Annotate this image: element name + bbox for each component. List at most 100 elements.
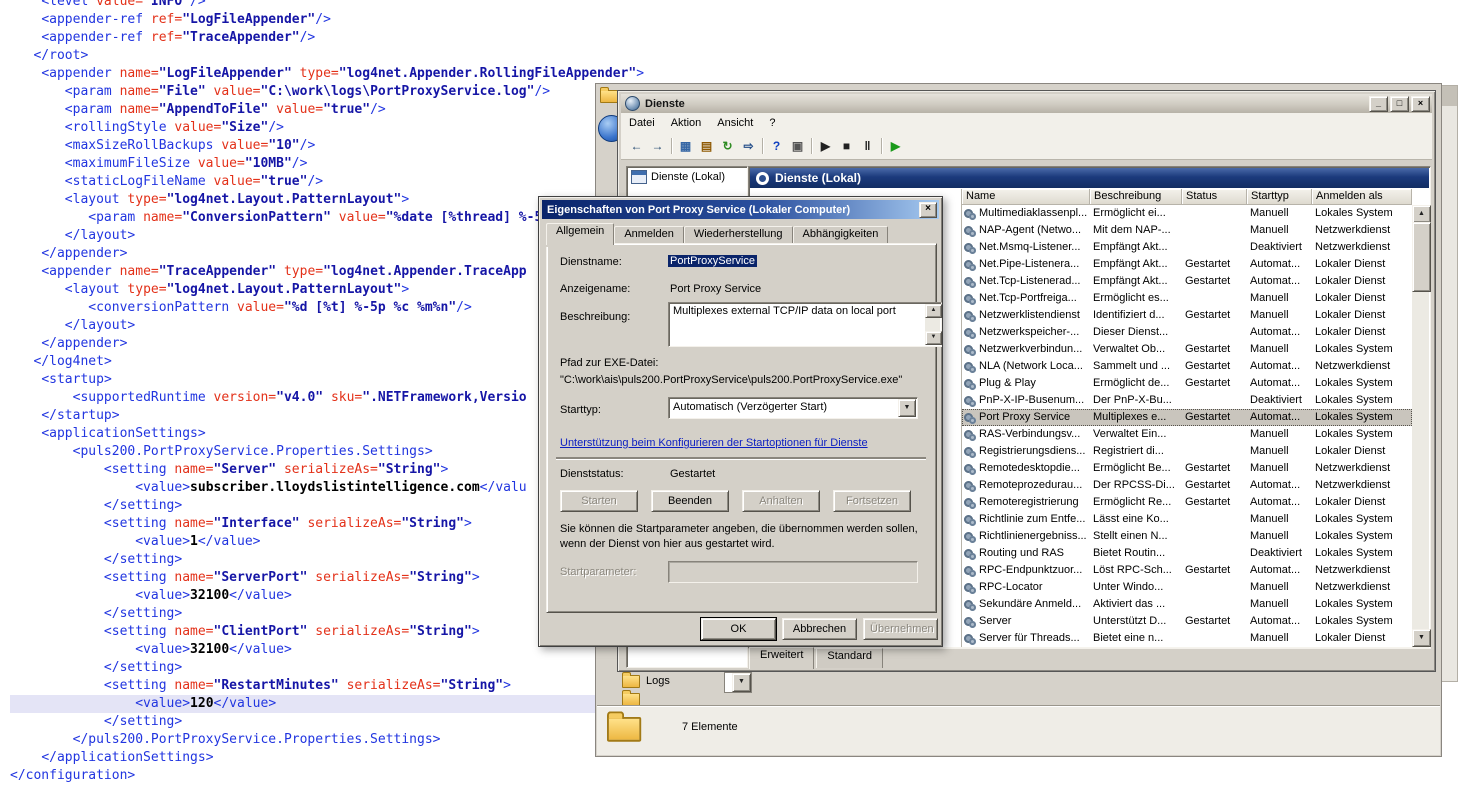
menu-aktion[interactable]: Aktion — [663, 115, 710, 131]
properties-icon[interactable]: ▣ — [787, 136, 808, 156]
service-row[interactable]: NLA (Network Loca...Sammelt und ...Gesta… — [962, 358, 1412, 375]
service-name-cell: NAP-Agent (Netwo... — [962, 222, 1090, 239]
service-description: Bietet eine n... — [1090, 630, 1182, 647]
column-header-status[interactable]: Status — [1182, 189, 1247, 205]
explorer-dropdown[interactable]: ▼ — [724, 672, 752, 693]
back-icon[interactable]: ← — [626, 136, 647, 156]
list-scrollbar[interactable]: ▲ ▼ — [1412, 205, 1429, 647]
anhalten-button[interactable]: Anhalten — [742, 490, 820, 512]
service-row[interactable]: Net.Tcp-Listenerad...Empfängt Akt...Gest… — [962, 273, 1412, 290]
minimize-icon[interactable]: _ — [1369, 96, 1388, 112]
scroll-down-icon[interactable]: ▼ — [1412, 629, 1431, 647]
service-row[interactable]: NetzwerklistendienstIdentifiziert d...Ge… — [962, 307, 1412, 324]
service-gear-icon — [964, 463, 976, 475]
service-row[interactable]: RemoteregistrierungErmöglicht Re...Gesta… — [962, 494, 1412, 511]
service-row[interactable]: Server für Threads...Bietet eine n...Man… — [962, 630, 1412, 647]
starttyp-combobox[interactable]: Automatisch (Verzögerter Start) ▼ — [668, 397, 918, 419]
restore-icon[interactable]: □ — [1390, 96, 1409, 112]
service-row[interactable]: Netzwerkspeicher-...Dieser Dienst...Auto… — [962, 324, 1412, 341]
start-service-icon[interactable]: ▶ — [815, 136, 836, 156]
value-dienstname[interactable]: PortProxyService — [668, 255, 757, 267]
column-header-name[interactable]: Name — [962, 189, 1090, 205]
scroll-down-icon[interactable]: ▼ — [925, 331, 942, 345]
abbrechen-button[interactable]: Abbrechen — [782, 618, 857, 640]
service-row[interactable]: Sekundäre Anmeld...Aktiviert das ...Manu… — [962, 596, 1412, 613]
beschreibung-textbox[interactable]: Multiplexes external TCP/IP data on loca… — [668, 302, 942, 347]
service-starttype: Automat... — [1247, 256, 1312, 273]
ok-button[interactable]: OK — [701, 618, 776, 640]
help-icon[interactable]: ? — [766, 136, 787, 156]
service-row[interactable]: Multimediaklassenpl...Ermöglicht ei...Ma… — [962, 205, 1412, 222]
service-row[interactable]: Net.Pipe-Listenera...Empfängt Akt...Gest… — [962, 256, 1412, 273]
service-description: Der PnP-X-Bu... — [1090, 392, 1182, 409]
export-list-icon[interactable]: ▤ — [696, 136, 717, 156]
service-row[interactable]: Remoteprozedurau...Der RPCSS-Di...Gestar… — [962, 477, 1412, 494]
menu-bar: DateiAktionAnsicht? — [621, 113, 1432, 134]
pause-service-icon[interactable]: ‖ — [857, 136, 878, 156]
menu-datei[interactable]: Datei — [621, 115, 663, 131]
close-icon[interactable]: × — [1411, 96, 1430, 112]
service-logonas: Lokales System — [1312, 426, 1412, 443]
service-row[interactable]: Net.Msmq-Listener...Empfängt Akt...Deakt… — [962, 239, 1412, 256]
startoptions-help-link[interactable]: Unterstützung beim Konfigurieren der Sta… — [560, 437, 868, 449]
service-row[interactable]: Net.Tcp-Portfreiga...Ermöglicht es...Man… — [962, 290, 1412, 307]
startparameter-input[interactable] — [668, 561, 918, 583]
service-logonas: Lokaler Dienst — [1312, 443, 1412, 460]
dialog-tab-allgemein[interactable]: Allgemein — [546, 223, 614, 245]
service-description: Registriert di... — [1090, 443, 1182, 460]
service-row[interactable]: Port Proxy ServiceMultiplexes e...Gestar… — [962, 409, 1412, 426]
uebernehmen-button[interactable]: Übernehmen — [863, 618, 938, 640]
service-row[interactable]: Richtlinienergebniss...Stellt einen N...… — [962, 528, 1412, 545]
service-row[interactable]: Remotedesktopdie...Ermöglicht Be...Gesta… — [962, 460, 1412, 477]
explorer-window-icon — [600, 90, 618, 103]
dialog-titlebar[interactable]: Eigenschaften von Port Proxy Service (Lo… — [542, 200, 939, 219]
beenden-button[interactable]: Beenden — [651, 490, 729, 512]
starten-button[interactable]: Starten — [560, 490, 638, 512]
services-titlebar[interactable]: Dienste _□× — [621, 94, 1432, 113]
view-tab-standard[interactable]: Standard — [816, 648, 883, 668]
chevron-down-icon[interactable]: ▼ — [898, 399, 916, 417]
service-row[interactable]: ServerUnterstützt D...GestartetAutomat..… — [962, 613, 1412, 630]
column-header-starttyp[interactable]: Starttyp — [1247, 189, 1312, 205]
menu-?[interactable]: ? — [761, 115, 783, 131]
service-gear-icon — [964, 293, 976, 305]
restart-service-icon[interactable]: ▶ — [885, 136, 906, 156]
service-row[interactable]: Registrierungsdiens...Registriert di...M… — [962, 443, 1412, 460]
service-logonas: Netzwerkdienst — [1312, 222, 1412, 239]
menu-ansicht[interactable]: Ansicht — [709, 115, 761, 131]
service-row[interactable]: PnP-X-IP-Busenum...Der PnP-X-Bu...Deakti… — [962, 392, 1412, 409]
service-starttype: Automat... — [1247, 358, 1312, 375]
service-status: Gestartet — [1182, 409, 1247, 426]
scroll-up-icon[interactable]: ▲ — [1412, 205, 1431, 223]
service-starttype: Automat... — [1247, 273, 1312, 290]
beschreibung-scrollbar[interactable]: ▲ ▼ — [925, 304, 940, 345]
service-row[interactable]: Routing und RASBietet Routin...Deaktivie… — [962, 545, 1412, 562]
gear-icon — [756, 172, 769, 185]
refresh-icon[interactable]: ↻ — [717, 136, 738, 156]
fortsetzen-button[interactable]: Fortsetzen — [833, 490, 911, 512]
column-header-beschreibung[interactable]: Beschreibung — [1090, 189, 1182, 205]
service-row[interactable]: Richtlinie zum Entfe...Lässt eine Ko...M… — [962, 511, 1412, 528]
close-icon[interactable]: × — [919, 202, 937, 218]
service-row[interactable]: Netzwerkverbindun...Verwaltet Ob...Gesta… — [962, 341, 1412, 358]
tree-node-dienste-lokal[interactable]: Dienste (Lokal) — [627, 167, 747, 186]
service-row[interactable]: RPC-Endpunktzuor...Löst RPC-Sch...Gestar… — [962, 562, 1412, 579]
stop-service-icon[interactable]: ■ — [836, 136, 857, 156]
view-tab-erweitert[interactable]: Erweitert — [749, 647, 814, 669]
explorer-folder-item[interactable]: Logs — [622, 671, 670, 691]
service-description: Sammelt und ... — [1090, 358, 1182, 375]
service-row[interactable]: RPC-LocatorUnter Windo...ManuellNetzwerk… — [962, 579, 1412, 596]
service-row[interactable]: NAP-Agent (Netwo...Mit dem NAP-...Manuel… — [962, 222, 1412, 239]
forward-icon[interactable]: → — [647, 136, 668, 156]
chevron-down-icon[interactable]: ▼ — [732, 673, 751, 692]
service-row[interactable]: Plug & PlayErmöglicht de...GestartetAuto… — [962, 375, 1412, 392]
scrollbar-thumb[interactable] — [1412, 222, 1431, 292]
label-dienstname: Dienstname: — [560, 256, 622, 268]
column-header-anmelden-als[interactable]: Anmelden als — [1312, 189, 1412, 205]
show-console-tree-icon[interactable]: ▦ — [675, 136, 696, 156]
scroll-up-icon[interactable]: ▲ — [925, 304, 942, 318]
export-icon[interactable]: ⇨ — [738, 136, 759, 156]
service-starttype: Automat... — [1247, 494, 1312, 511]
service-row[interactable]: RAS-Verbindungsv...Verwaltet Ein...Manue… — [962, 426, 1412, 443]
service-status: Gestartet — [1182, 358, 1247, 375]
